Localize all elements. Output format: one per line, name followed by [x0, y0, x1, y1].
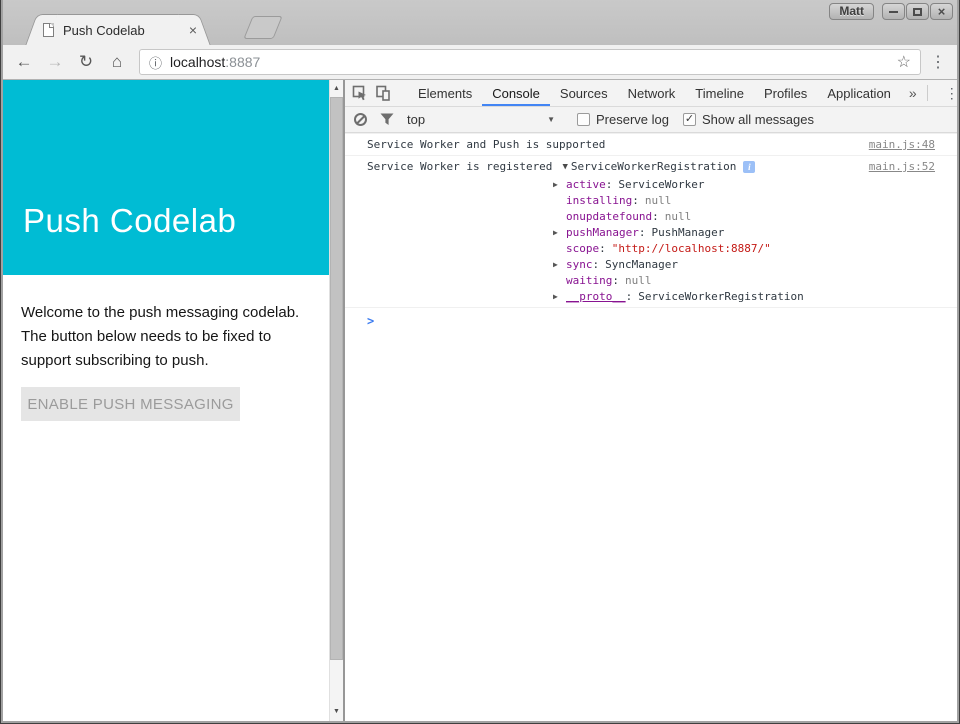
devtools-menu-icon[interactable]: ⋮ — [936, 85, 960, 102]
clear-console-icon[interactable] — [354, 113, 367, 126]
property-row[interactable]: onupdatefound: null — [553, 209, 857, 225]
property-row[interactable]: ▶ active: ServiceWorker — [553, 177, 857, 193]
reload-icon[interactable]: ↻ — [75, 52, 97, 72]
chevron-down-icon: ▼ — [547, 115, 555, 124]
show-all-messages-checkbox[interactable]: ✓ Show all messages — [683, 112, 814, 127]
new-tab-button[interactable] — [243, 16, 282, 39]
address-bar[interactable]: ⓘ localhost :8887 ☆ — [139, 49, 921, 75]
scroll-down-icon[interactable]: ▼ — [330, 708, 343, 715]
console-toolbar: top ▼ Preserve log ✓ Show all messages — [345, 107, 957, 133]
object-property-tree: ▶ active: ServiceWorker installing: null — [553, 177, 857, 305]
source-link[interactable]: main.js:52 — [857, 159, 935, 305]
bookmark-star-icon[interactable]: ☆ — [897, 52, 911, 72]
filter-icon[interactable] — [380, 113, 394, 126]
titlebar: Push Codelab × Matt × — [3, 0, 957, 45]
browser-toolbar: ← → ↻ ⌂ ⓘ localhost :8887 ☆ ⋮ — [3, 45, 957, 80]
tab-close-icon[interactable]: × — [189, 22, 197, 38]
property-row[interactable]: ▶ pushManager: PushManager — [553, 225, 857, 241]
console-prompt[interactable]: > — [345, 308, 957, 334]
console-message: Service Worker is registered ▼ ServiceWo… — [345, 156, 957, 308]
tab-timeline[interactable]: Timeline — [685, 80, 754, 106]
tab-application[interactable]: Application — [817, 80, 901, 106]
browser-window: Push Codelab × Matt × ← → ↻ ⌂ ⓘ localhos… — [0, 0, 960, 724]
property-row[interactable]: waiting: null — [553, 273, 857, 289]
devtools-panel: Elements Console Sources Network Timelin… — [343, 80, 957, 721]
tab-profiles[interactable]: Profiles — [754, 80, 817, 106]
minimize-button[interactable] — [882, 3, 905, 20]
tree-expand-icon[interactable]: ▶ — [553, 225, 566, 241]
object-name[interactable]: ServiceWorkerRegistration — [571, 159, 737, 175]
divider — [927, 85, 928, 101]
scrollbar-thumb[interactable] — [330, 97, 343, 660]
user-badge[interactable]: Matt — [829, 3, 874, 20]
maximize-icon — [913, 8, 922, 16]
page-title: Push Codelab — [3, 80, 329, 240]
back-icon[interactable]: ← — [13, 52, 35, 72]
inspect-element-icon[interactable] — [352, 84, 368, 102]
devtools-tabbar: Elements Console Sources Network Timelin… — [345, 80, 957, 107]
property-row[interactable]: ▶ __proto__: ServiceWorkerRegistration — [553, 289, 857, 305]
property-row[interactable]: scope: "http://localhost:8887/" — [553, 241, 857, 257]
web-page: Push Codelab Welcome to the push messagi… — [3, 80, 343, 721]
tree-expand-icon[interactable]: ▶ — [553, 177, 566, 193]
url-host: localhost — [170, 54, 225, 70]
checkbox-unchecked-icon[interactable] — [577, 113, 590, 126]
tab-console[interactable]: Console — [482, 80, 550, 106]
tab-elements[interactable]: Elements — [408, 80, 482, 106]
property-row[interactable]: ▶ sync: SyncManager — [553, 257, 857, 273]
console-log[interactable]: Service Worker and Push is supported mai… — [345, 133, 957, 721]
execution-context-select[interactable]: top ▼ — [407, 112, 555, 127]
browser-tab[interactable]: Push Codelab × — [43, 14, 193, 45]
tree-expand-icon[interactable]: ▶ — [553, 289, 566, 305]
info-badge-icon: i — [743, 161, 755, 173]
page-header-banner: Push Codelab — [3, 80, 329, 275]
minimize-icon — [889, 11, 898, 13]
tab-sources[interactable]: Sources — [550, 80, 618, 106]
more-tabs-icon[interactable]: » — [901, 85, 925, 101]
checkbox-checked-icon[interactable]: ✓ — [683, 113, 696, 126]
window-close-button[interactable]: × — [930, 3, 953, 20]
maximize-button[interactable] — [906, 3, 929, 20]
window-close-icon: × — [938, 5, 946, 18]
tab-network[interactable]: Network — [618, 80, 686, 106]
page-scrollbar[interactable]: ▲ ▼ — [329, 80, 343, 721]
browser-menu-icon[interactable]: ⋮ — [929, 52, 947, 72]
enable-push-button[interactable]: ENABLE PUSH MESSAGING — [21, 387, 240, 421]
tree-collapse-icon[interactable]: ▼ — [562, 159, 567, 175]
home-icon[interactable]: ⌂ — [106, 52, 128, 72]
source-link[interactable]: main.js:48 — [857, 137, 935, 153]
url-port: :8887 — [225, 54, 260, 70]
scroll-up-icon[interactable]: ▲ — [330, 85, 343, 92]
device-toolbar-icon[interactable] — [375, 84, 391, 102]
tab-title: Push Codelab — [63, 23, 189, 38]
console-message: Service Worker and Push is supported mai… — [345, 133, 957, 156]
forward-icon[interactable]: → — [44, 52, 66, 72]
property-row[interactable]: installing: null — [553, 193, 857, 209]
page-favicon-icon — [43, 23, 54, 37]
preserve-log-checkbox[interactable]: Preserve log — [577, 112, 669, 127]
site-info-icon[interactable]: ⓘ — [149, 53, 162, 72]
page-paragraph: Welcome to the push messaging codelab. T… — [21, 301, 315, 373]
tree-expand-icon[interactable]: ▶ — [553, 257, 566, 273]
prompt-chevron-icon: > — [367, 314, 374, 328]
